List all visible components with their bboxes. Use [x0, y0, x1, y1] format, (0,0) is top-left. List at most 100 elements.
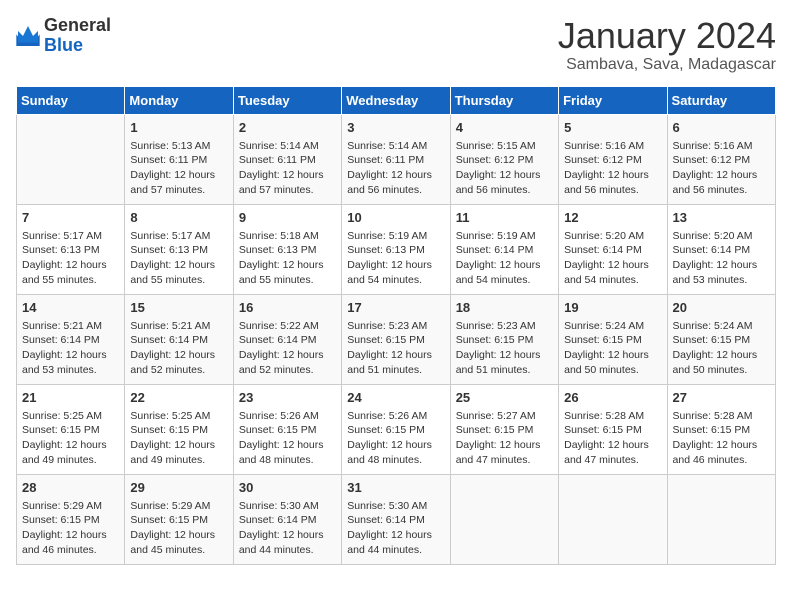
day-number: 9 [239, 209, 336, 227]
day-info: Sunrise: 5:26 AM Sunset: 6:15 PM Dayligh… [347, 409, 444, 468]
day-cell: 31 Sunrise: 5:30 AM Sunset: 6:14 PM Dayli… [342, 474, 450, 564]
day-number: 2 [239, 119, 336, 137]
day-cell: 8 Sunrise: 5:17 AM Sunset: 6:13 PM Daylig… [125, 204, 233, 294]
day-cell: 12Sunrise: 5:20 AM Sunset: 6:14 PM Dayli… [559, 204, 667, 294]
day-cell: 19 Sunrise: 5:24 AM Sunset: 6:15 PM Dayli… [559, 294, 667, 384]
day-number: 7 [22, 209, 119, 227]
day-cell: 23 Sunrise: 5:26 AM Sunset: 6:15 PM Dayli… [233, 384, 341, 474]
day-number: 23 [239, 389, 336, 407]
day-info: Sunrise: 5:25 AM Sunset: 6:15 PM Dayligh… [22, 409, 119, 468]
page-header: General Blue January 2024 Sambava, Sava,… [16, 16, 776, 74]
day-cell [17, 114, 125, 204]
day-info: Sunrise: 5:28 AM Sunset: 6:15 PM Dayligh… [564, 409, 661, 468]
day-cell: 14 Sunrise: 5:21 AM Sunset: 6:14 PM Dayli… [17, 294, 125, 384]
header-tuesday: Tuesday [233, 86, 341, 114]
day-info: Sunrise: 5:19 AM Sunset: 6:13 PM Dayligh… [347, 229, 444, 288]
day-number: 17 [347, 299, 444, 317]
day-info: Sunrise: 5:30 AM Sunset: 6:14 PM Dayligh… [239, 499, 336, 558]
day-number: 5 [564, 119, 661, 137]
day-number: 15 [130, 299, 227, 317]
calendar-subtitle: Sambava, Sava, Madagascar [558, 56, 776, 74]
logo-general: General [44, 16, 111, 36]
day-info: Sunrise: 5:22 AM Sunset: 6:14 PM Dayligh… [239, 319, 336, 378]
day-cell: 1 Sunrise: 5:13 AM Sunset: 6:11 PM Daylig… [125, 114, 233, 204]
day-number: 12 [564, 209, 661, 227]
day-cell: 10 Sunrise: 5:19 AM Sunset: 6:13 PM Dayli… [342, 204, 450, 294]
header-row: Sunday Monday Tuesday Wednesday Thursday… [17, 86, 776, 114]
day-number: 1 [130, 119, 227, 137]
week-row-5: 28 Sunrise: 5:29 AM Sunset: 6:15 PM Dayli… [17, 474, 776, 564]
day-cell: 11 Sunrise: 5:19 AM Sunset: 6:14 PM Dayli… [450, 204, 558, 294]
day-cell: 26Sunrise: 5:28 AM Sunset: 6:15 PM Dayli… [559, 384, 667, 474]
logo-icon [16, 26, 40, 46]
day-number: 28 [22, 479, 119, 497]
day-info: Sunrise: 5:17 AM Sunset: 6:13 PM Dayligh… [22, 229, 119, 288]
day-number: 10 [347, 209, 444, 227]
day-number: 31 [347, 479, 444, 497]
day-cell: 9 Sunrise: 5:18 AM Sunset: 6:13 PM Daylig… [233, 204, 341, 294]
day-number: 30 [239, 479, 336, 497]
day-cell: 28 Sunrise: 5:29 AM Sunset: 6:15 PM Dayli… [17, 474, 125, 564]
header-thursday: Thursday [450, 86, 558, 114]
header-saturday: Saturday [667, 86, 775, 114]
day-number: 4 [456, 119, 553, 137]
day-cell: 17 Sunrise: 5:23 AM Sunset: 6:15 PM Dayli… [342, 294, 450, 384]
calendar-table: Sunday Monday Tuesday Wednesday Thursday… [16, 86, 776, 565]
day-number: 20 [673, 299, 770, 317]
day-cell: 5Sunrise: 5:16 AM Sunset: 6:12 PM Daylig… [559, 114, 667, 204]
day-info: Sunrise: 5:24 AM Sunset: 6:15 PM Dayligh… [564, 319, 661, 378]
header-sunday: Sunday [17, 86, 125, 114]
day-number: 22 [130, 389, 227, 407]
calendar-title: January 2024 [558, 16, 776, 56]
day-info: Sunrise: 5:16 AM Sunset: 6:12 PM Dayligh… [673, 139, 770, 198]
day-info: Sunrise: 5:19 AM Sunset: 6:14 PM Dayligh… [456, 229, 553, 288]
day-info: Sunrise: 5:29 AM Sunset: 6:15 PM Dayligh… [130, 499, 227, 558]
day-info: Sunrise: 5:21 AM Sunset: 6:14 PM Dayligh… [130, 319, 227, 378]
title-block: January 2024 Sambava, Sava, Madagascar [558, 16, 776, 74]
day-info: Sunrise: 5:23 AM Sunset: 6:15 PM Dayligh… [456, 319, 553, 378]
day-number: 14 [22, 299, 119, 317]
day-cell: 20 Sunrise: 5:24 AM Sunset: 6:15 PM Dayli… [667, 294, 775, 384]
day-cell: 2 Sunrise: 5:14 AM Sunset: 6:11 PM Daylig… [233, 114, 341, 204]
day-number: 24 [347, 389, 444, 407]
day-number: 13 [673, 209, 770, 227]
day-info: Sunrise: 5:30 AM Sunset: 6:14 PM Dayligh… [347, 499, 444, 558]
day-info: Sunrise: 5:17 AM Sunset: 6:13 PM Dayligh… [130, 229, 227, 288]
day-cell: 16 Sunrise: 5:22 AM Sunset: 6:14 PM Dayli… [233, 294, 341, 384]
week-row-3: 14 Sunrise: 5:21 AM Sunset: 6:14 PM Dayli… [17, 294, 776, 384]
day-number: 8 [130, 209, 227, 227]
day-cell: 24 Sunrise: 5:26 AM Sunset: 6:15 PM Dayli… [342, 384, 450, 474]
day-info: Sunrise: 5:27 AM Sunset: 6:15 PM Dayligh… [456, 409, 553, 468]
day-cell: 4 Sunrise: 5:15 AM Sunset: 6:12 PM Daylig… [450, 114, 558, 204]
day-number: 16 [239, 299, 336, 317]
day-info: Sunrise: 5:29 AM Sunset: 6:15 PM Dayligh… [22, 499, 119, 558]
day-info: Sunrise: 5:23 AM Sunset: 6:15 PM Dayligh… [347, 319, 444, 378]
logo: General Blue [16, 16, 111, 56]
day-info: Sunrise: 5:26 AM Sunset: 6:15 PM Dayligh… [239, 409, 336, 468]
logo-text: General Blue [44, 16, 111, 56]
day-cell: 30 Sunrise: 5:30 AM Sunset: 6:14 PM Dayli… [233, 474, 341, 564]
day-cell [559, 474, 667, 564]
day-info: Sunrise: 5:14 AM Sunset: 6:11 PM Dayligh… [239, 139, 336, 198]
day-info: Sunrise: 5:15 AM Sunset: 6:12 PM Dayligh… [456, 139, 553, 198]
day-number: 11 [456, 209, 553, 227]
day-info: Sunrise: 5:24 AM Sunset: 6:15 PM Dayligh… [673, 319, 770, 378]
day-cell: 25 Sunrise: 5:27 AM Sunset: 6:15 PM Dayli… [450, 384, 558, 474]
day-cell [667, 474, 775, 564]
day-number: 21 [22, 389, 119, 407]
day-info: Sunrise: 5:21 AM Sunset: 6:14 PM Dayligh… [22, 319, 119, 378]
day-info: Sunrise: 5:14 AM Sunset: 6:11 PM Dayligh… [347, 139, 444, 198]
day-cell: 15 Sunrise: 5:21 AM Sunset: 6:14 PM Dayli… [125, 294, 233, 384]
day-cell: 6Sunrise: 5:16 AM Sunset: 6:12 PM Daylig… [667, 114, 775, 204]
day-cell: 7 Sunrise: 5:17 AM Sunset: 6:13 PM Daylig… [17, 204, 125, 294]
day-cell: 21 Sunrise: 5:25 AM Sunset: 6:15 PM Dayli… [17, 384, 125, 474]
week-row-1: 1 Sunrise: 5:13 AM Sunset: 6:11 PM Daylig… [17, 114, 776, 204]
day-number: 25 [456, 389, 553, 407]
day-number: 19 [564, 299, 661, 317]
day-cell: 3Sunrise: 5:14 AM Sunset: 6:11 PM Daylig… [342, 114, 450, 204]
day-cell: 22 Sunrise: 5:25 AM Sunset: 6:15 PM Dayli… [125, 384, 233, 474]
day-info: Sunrise: 5:18 AM Sunset: 6:13 PM Dayligh… [239, 229, 336, 288]
day-info: Sunrise: 5:20 AM Sunset: 6:14 PM Dayligh… [673, 229, 770, 288]
day-info: Sunrise: 5:25 AM Sunset: 6:15 PM Dayligh… [130, 409, 227, 468]
day-info: Sunrise: 5:13 AM Sunset: 6:11 PM Dayligh… [130, 139, 227, 198]
